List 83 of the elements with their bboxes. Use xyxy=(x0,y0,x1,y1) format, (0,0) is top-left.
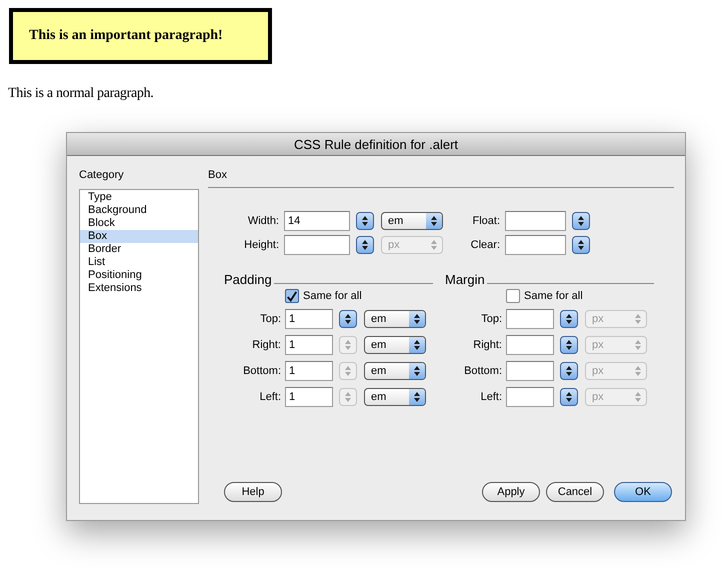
up-down-arrows-icon xyxy=(431,240,437,250)
input-field[interactable]: 1 xyxy=(285,335,333,355)
unit-dropdown[interactable]: em xyxy=(381,212,443,230)
up-down-arrows-icon xyxy=(345,314,351,324)
up-down-arrows-icon xyxy=(414,340,420,350)
input-field[interactable] xyxy=(505,235,566,255)
normal-paragraph: This is a normal paragraph. xyxy=(8,86,154,102)
category-item[interactable]: Box xyxy=(80,230,198,243)
up-down-arrows-icon xyxy=(431,216,437,226)
input-field[interactable] xyxy=(506,335,554,355)
stepper-button[interactable] xyxy=(339,310,357,328)
input-field[interactable] xyxy=(284,235,350,255)
help-button[interactable]: Help xyxy=(224,482,282,502)
up-down-arrows-icon xyxy=(362,240,368,250)
category-item[interactable]: Type xyxy=(80,191,198,204)
checkbox[interactable] xyxy=(506,289,520,303)
category-item[interactable]: List xyxy=(80,256,198,269)
dialog-button[interactable]: Cancel xyxy=(546,482,604,502)
up-down-arrows-icon xyxy=(578,240,584,250)
field-label: Clear: xyxy=(470,239,500,251)
unit-dropdown[interactable]: em xyxy=(364,310,426,328)
group-title: Margin xyxy=(445,272,485,287)
field-label: Left: xyxy=(258,391,281,403)
section-title: Box xyxy=(208,169,674,188)
field-label: Height: xyxy=(243,239,279,251)
field-label: Top: xyxy=(480,313,502,325)
stepper-button[interactable] xyxy=(572,212,590,230)
up-down-arrows-icon xyxy=(362,216,368,226)
up-down-arrows-icon xyxy=(578,216,584,226)
input-field[interactable] xyxy=(506,387,554,407)
window-title: CSS Rule definition for .alert xyxy=(294,136,458,152)
field-label: Bottom: xyxy=(242,365,281,377)
group-title: Padding xyxy=(224,272,272,287)
category-item[interactable]: Background xyxy=(80,204,198,217)
field-label: Right: xyxy=(251,339,281,351)
field-label: Left: xyxy=(480,391,502,403)
up-down-arrows-icon xyxy=(566,392,572,402)
up-down-arrows-icon xyxy=(345,392,351,402)
stepper-button[interactable] xyxy=(356,212,374,230)
category-item[interactable]: Extensions xyxy=(80,282,198,295)
field-label: Width: xyxy=(246,215,279,227)
up-down-arrows-icon xyxy=(345,366,351,376)
input-field[interactable]: 14 xyxy=(284,211,350,231)
up-down-arrows-icon xyxy=(566,366,572,376)
up-down-arrows-icon xyxy=(635,314,641,324)
unit-dropdown[interactable]: em xyxy=(364,362,426,380)
field-label: Top: xyxy=(259,313,281,325)
checkbox[interactable] xyxy=(285,289,299,303)
unit-dropdown[interactable]: em xyxy=(364,336,426,354)
dialog-button[interactable]: OK xyxy=(614,482,672,502)
field-label: Float: xyxy=(471,215,500,227)
up-down-arrows-icon xyxy=(414,366,420,376)
dialog-button[interactable]: Apply xyxy=(482,482,540,502)
field-label: Bottom: xyxy=(463,365,502,377)
field-label: Right: xyxy=(472,339,502,351)
checkbox-label: Same for all xyxy=(524,290,583,302)
input-field[interactable] xyxy=(505,211,566,231)
alert-paragraph: This is an important paragraph! xyxy=(9,8,272,64)
input-field[interactable] xyxy=(506,361,554,381)
up-down-arrows-icon xyxy=(345,340,351,350)
up-down-arrows-icon xyxy=(635,366,641,376)
input-field[interactable]: 1 xyxy=(285,387,333,407)
stepper-button[interactable] xyxy=(560,362,578,380)
stepper-button[interactable] xyxy=(560,336,578,354)
up-down-arrows-icon xyxy=(414,392,420,402)
category-item[interactable]: Positioning xyxy=(80,269,198,282)
up-down-arrows-icon xyxy=(635,392,641,402)
stepper-button[interactable] xyxy=(560,388,578,406)
category-label: Category xyxy=(79,169,125,183)
up-down-arrows-icon xyxy=(635,340,641,350)
category-item[interactable]: Border xyxy=(80,243,198,256)
stepper-button[interactable] xyxy=(560,310,578,328)
unit-dropdown[interactable]: em xyxy=(364,388,426,406)
input-field[interactable]: 1 xyxy=(285,361,333,381)
category-item[interactable]: Block xyxy=(80,217,198,230)
input-field[interactable]: 1 xyxy=(285,309,333,329)
stepper-button[interactable] xyxy=(572,236,590,254)
input-field[interactable] xyxy=(506,309,554,329)
up-down-arrows-icon xyxy=(566,340,572,350)
stepper-button[interactable] xyxy=(356,236,374,254)
up-down-arrows-icon xyxy=(414,314,420,324)
up-down-arrows-icon xyxy=(566,314,572,324)
checkbox-label: Same for all xyxy=(303,290,362,302)
